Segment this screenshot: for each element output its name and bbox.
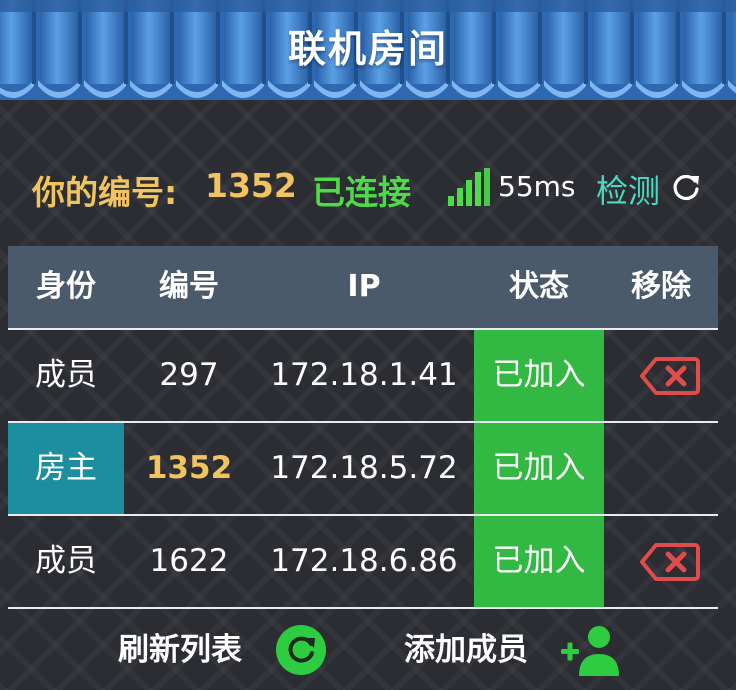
refresh-icon bbox=[673, 174, 700, 201]
footer-actions: 刷新列表 添加成员 bbox=[0, 612, 736, 690]
row-remove-cell bbox=[604, 516, 718, 607]
column-header-status: 状态 bbox=[509, 269, 569, 304]
my-id-value: 1352 bbox=[205, 166, 297, 205]
page-title: 联机房间 bbox=[287, 27, 448, 71]
signal-bars-icon bbox=[448, 168, 490, 206]
row-status: 已加入 bbox=[474, 516, 604, 607]
row-role: 成员 bbox=[35, 357, 97, 393]
add-member-button[interactable]: 添加成员 bbox=[404, 622, 623, 678]
row-ip: 172.18.1.41 bbox=[270, 357, 458, 393]
ping-value: 55ms bbox=[498, 170, 576, 203]
connection-status-bar: 你的编号: 1352 已连接 55ms 检测 bbox=[0, 160, 736, 212]
row-remove-cell bbox=[604, 423, 718, 514]
row-ip: 172.18.5.72 bbox=[270, 450, 458, 486]
member-table: 身份 编号 IP 状态 移除 成员 297 172.18.1.41 已加入 房主… bbox=[8, 246, 718, 609]
row-status: 已加入 bbox=[474, 423, 604, 514]
table-header: 身份 编号 IP 状态 移除 bbox=[8, 246, 718, 330]
row-id: 1352 bbox=[145, 450, 233, 486]
row-role: 房主 bbox=[8, 423, 124, 514]
row-ip: 172.18.6.86 bbox=[270, 543, 458, 579]
row-role: 成员 bbox=[35, 543, 97, 579]
table-row: 成员 297 172.18.1.41 已加入 bbox=[8, 330, 718, 423]
column-header-ip: IP bbox=[347, 269, 381, 304]
add-person-icon bbox=[561, 626, 620, 676]
delete-backspace-icon[interactable] bbox=[640, 356, 700, 396]
column-header-remove: 移除 bbox=[631, 269, 691, 304]
my-id-label: 你的编号: bbox=[32, 173, 178, 212]
column-header-role: 身份 bbox=[36, 269, 96, 304]
row-id: 1622 bbox=[149, 543, 229, 579]
table-row: 成员 1622 172.18.6.86 已加入 bbox=[8, 516, 718, 609]
refresh-list-button[interactable]: 刷新列表 bbox=[118, 622, 327, 678]
refresh-circle-icon bbox=[276, 625, 327, 675]
refresh-list-label: 刷新列表 bbox=[118, 632, 242, 668]
column-header-id: 编号 bbox=[159, 269, 219, 304]
table-row: 房主 1352 172.18.5.72 已加入 bbox=[8, 423, 718, 516]
room-header: 联机房间 bbox=[0, 0, 736, 100]
row-status: 已加入 bbox=[474, 330, 604, 421]
check-connection-button[interactable]: 检测 bbox=[596, 166, 701, 210]
check-label: 检测 bbox=[596, 172, 661, 210]
add-member-label: 添加成员 bbox=[404, 632, 528, 668]
delete-backspace-icon[interactable] bbox=[640, 542, 700, 582]
row-id: 297 bbox=[159, 357, 219, 393]
row-remove-cell bbox=[604, 330, 718, 421]
multiplayer-room-screen: 联机房间 你的编号: 1352 已连接 55ms 检测 身份 编号 IP 状态 bbox=[0, 0, 736, 690]
connection-status: 已连接 bbox=[312, 173, 411, 212]
